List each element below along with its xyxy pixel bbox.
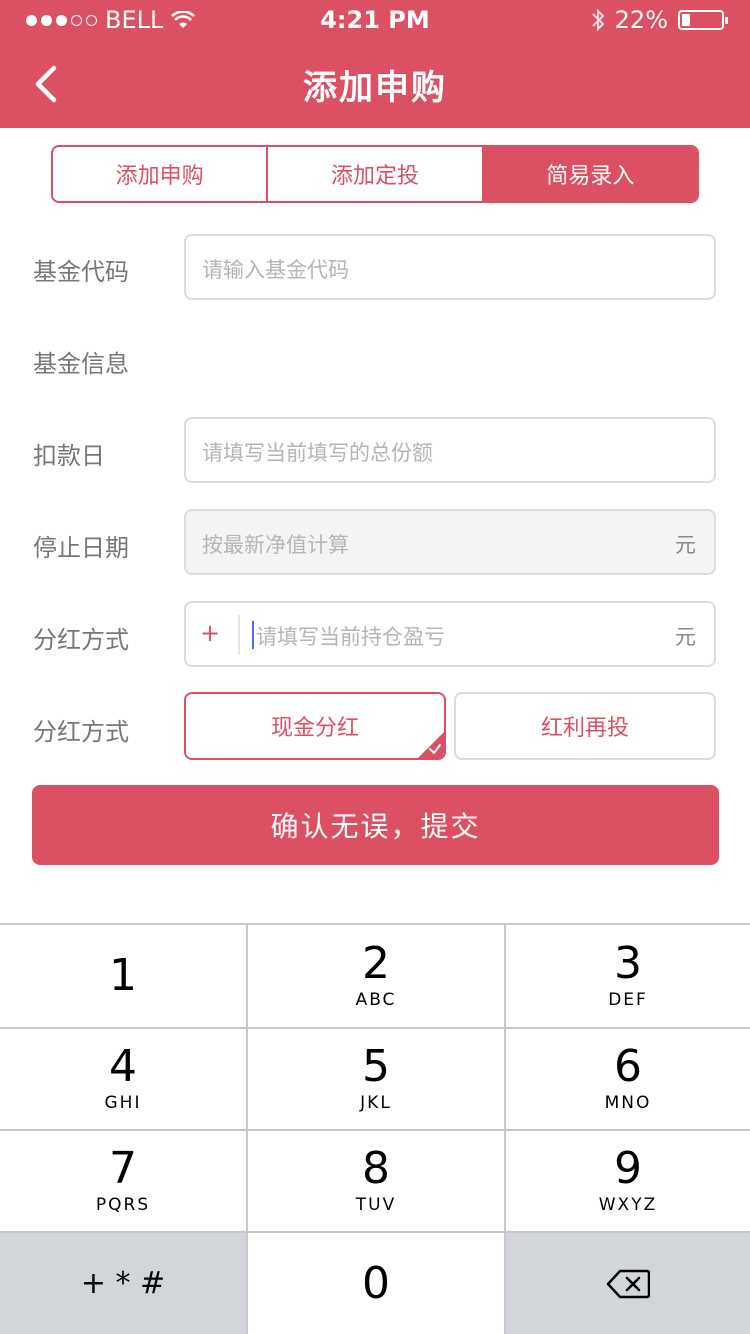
pnl-unit: 元	[675, 625, 696, 649]
keypad-divider	[0, 1231, 750, 1233]
key-6[interactable]: 6 MNO	[506, 1029, 750, 1129]
debit-day-label: 扣款日	[33, 442, 105, 470]
status-bar: BELL 4:21 PM 22%	[0, 0, 750, 40]
fund-code-placeholder: 请输入基金代码	[202, 258, 349, 282]
stop-date-input[interactable]: 按最新净值计算 元	[184, 509, 716, 575]
tab-simple-entry[interactable]: 简易录入	[483, 147, 697, 201]
pnl-placeholder: 请填写当前持仓盈亏	[256, 625, 445, 649]
debit-day-placeholder: 请填写当前填写的总份额	[202, 441, 433, 465]
tab-add-purchase[interactable]: 添加申购	[53, 147, 269, 201]
key-delete[interactable]	[506, 1233, 750, 1334]
battery-level	[682, 14, 690, 26]
cash-dividend-option[interactable]: 现金分红	[184, 692, 446, 760]
key-9[interactable]: 9 WXYZ	[506, 1131, 750, 1231]
debit-day-input[interactable]: 请填写当前填写的总份额	[184, 417, 716, 483]
key-8[interactable]: 8 TUV	[248, 1131, 504, 1231]
stop-date-unit: 元	[675, 533, 696, 557]
key-symbols[interactable]: + * #	[0, 1233, 246, 1334]
keypad-divider	[0, 923, 750, 925]
top-bar: BELL 4:21 PM 22% 添加申购	[0, 0, 750, 128]
backspace-icon	[606, 1269, 650, 1298]
battery-icon	[678, 10, 728, 30]
pnl-sign-toggle[interactable]: +	[200, 619, 220, 647]
keypad-divider	[0, 1027, 750, 1029]
keypad-divider	[0, 1129, 750, 1131]
dividend-method-label-2: 分红方式	[33, 718, 129, 746]
tab-add-fixed-investment[interactable]: 添加定投	[268, 147, 484, 201]
bluetooth-icon	[591, 8, 605, 32]
stop-date-label: 停止日期	[33, 534, 129, 562]
battery-percent: 22%	[614, 6, 668, 34]
key-0[interactable]: 0	[248, 1233, 504, 1334]
key-4[interactable]: 4 GHI	[0, 1029, 246, 1129]
mode-tabs: 添加申购 添加定投 简易录入	[51, 145, 699, 203]
fund-code-input[interactable]: 请输入基金代码	[184, 234, 716, 300]
dividend-method-label: 分红方式	[33, 626, 129, 654]
submit-button[interactable]: 确认无误，提交	[32, 785, 719, 865]
key-5[interactable]: 5 JKL	[248, 1029, 504, 1129]
cash-dividend-label: 现金分红	[270, 716, 359, 741]
dividend-reinvest-option[interactable]: 红利再投	[454, 692, 716, 760]
divider	[238, 615, 240, 655]
fund-code-label: 基金代码	[33, 258, 129, 286]
checkmark-icon	[429, 744, 441, 754]
keypad-divider	[504, 923, 506, 1334]
dividend-reinvest-label: 红利再投	[540, 716, 629, 741]
fund-info-label: 基金信息	[33, 350, 129, 378]
keypad-divider	[246, 923, 248, 1334]
key-7[interactable]: 7 PQRS	[0, 1131, 246, 1231]
key-3[interactable]: 3 DEF	[506, 925, 750, 1027]
pnl-input[interactable]: + 请填写当前持仓盈亏 元	[184, 601, 716, 667]
key-1[interactable]: 1	[0, 925, 246, 1027]
key-2[interactable]: 2 ABC	[248, 925, 504, 1027]
stop-date-placeholder: 按最新净值计算	[202, 533, 349, 557]
text-cursor	[252, 621, 254, 649]
page-title: 添加申购	[303, 68, 447, 108]
